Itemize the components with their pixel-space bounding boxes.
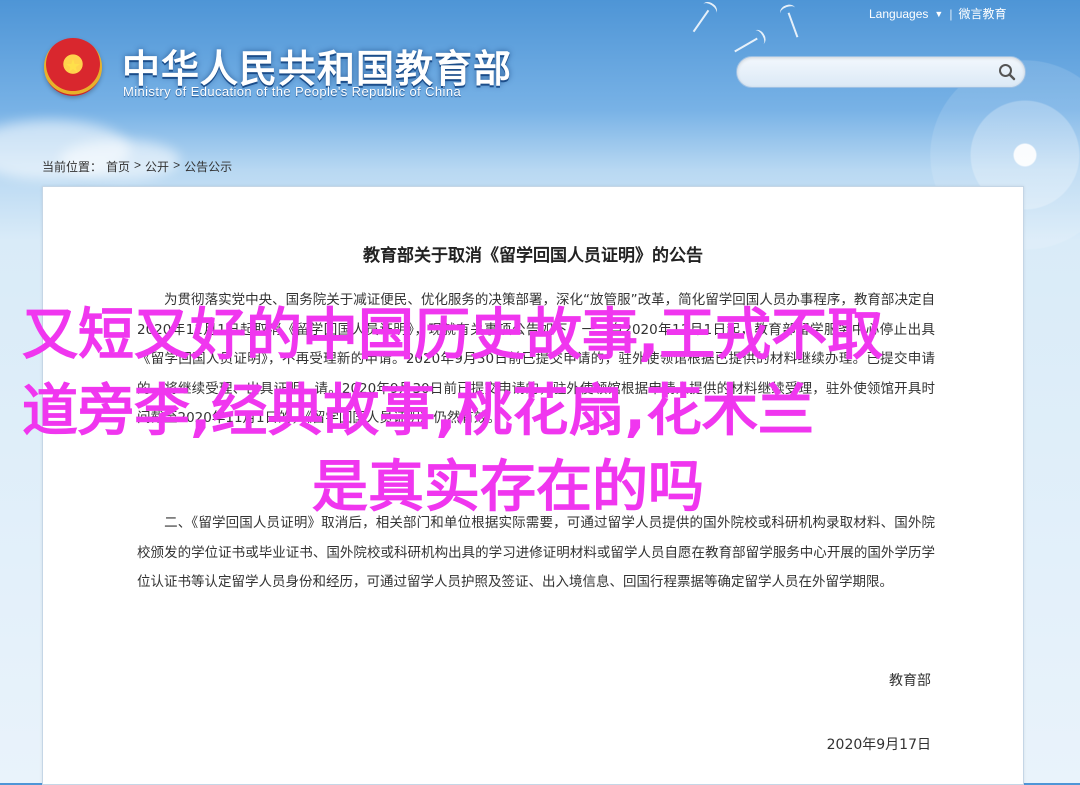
signature-org: 教育部 [889,673,931,689]
seed-decoration [692,9,710,33]
breadcrumb-label: 当前位置： [42,160,103,174]
seed-decoration [787,12,799,38]
search-input[interactable] [751,61,995,83]
breadcrumb-announcements[interactable]: 公告公示 [184,158,232,175]
paragraph-2-text: 二、《留学回国人员证明》取消后，相关部门和单位根据实际需要，可通过留学人员提供的… [137,515,935,590]
breadcrumb-home[interactable]: 首页 [106,158,130,175]
divider: | [949,6,953,21]
seed-decoration [734,37,758,53]
top-links: Languages ▼ | 微言教育 [869,5,1006,22]
weibo-link[interactable]: 微言教育 [958,5,1006,22]
languages-link[interactable]: Languages [869,7,928,21]
article-panel: 教育部关于取消《留学回国人员证明》的公告 为贯彻落实党中央、国务院关于减证便民、… [42,186,1024,785]
paragraph-1-text: 为贯彻落实党中央、国务院关于减证便民、优化服务的决策部署，深化“放管服”改革，简… [137,292,935,426]
site-subtitle: Ministry of Education of the People's Re… [123,84,462,99]
national-emblem-icon: ★ [44,38,102,96]
search-icon[interactable] [997,62,1017,82]
breadcrumb-public[interactable]: 公开 [145,158,169,175]
article-title: 教育部关于取消《留学回国人员证明》的公告 [363,246,703,266]
signature-date: 2020年9月17日 [826,737,931,753]
breadcrumb-separator: > [173,158,181,172]
article-paragraph-2: 二、《留学回国人员证明》取消后，相关部门和单位根据实际需要，可通过留学人员提供的… [137,509,935,598]
search-box [736,56,1026,88]
breadcrumb-separator: > [134,158,142,172]
article-paragraph-1: 为贯彻落实党中央、国务院关于减证便民、优化服务的决策部署，深化“放管服”改革，简… [137,286,935,434]
breadcrumb: 当前位置： 首页 > 公开 > 公告公示 [42,158,232,175]
chevron-down-icon[interactable]: ▼ [934,9,943,19]
